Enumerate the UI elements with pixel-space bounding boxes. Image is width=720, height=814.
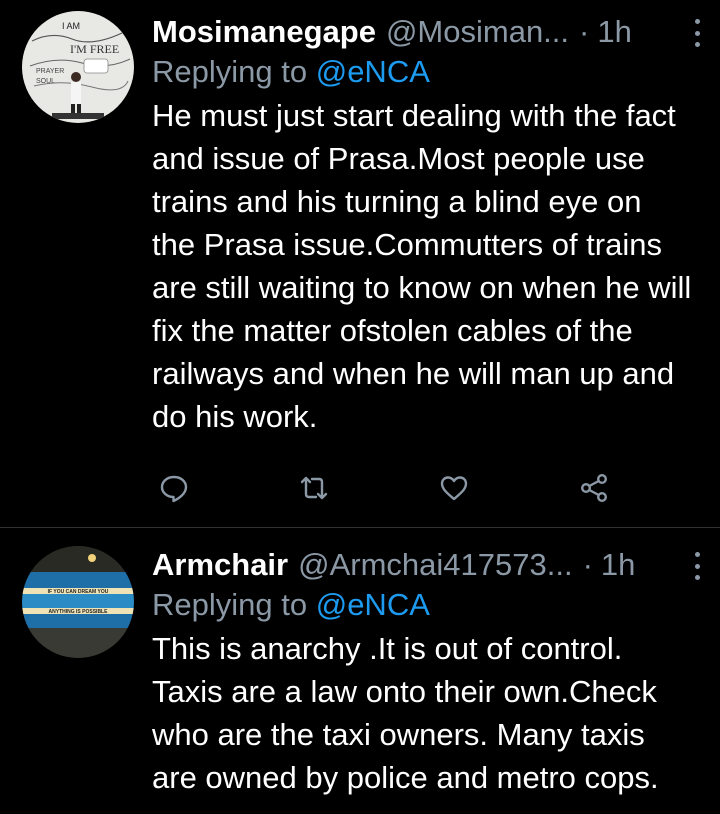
avatar-text: ANYTHING IS POSSIBLE: [49, 609, 109, 615]
more-icon[interactable]: [692, 19, 702, 47]
avatar[interactable]: IF YOU CAN DREAM YOU ANYTHING IS POSSIBL…: [22, 546, 134, 658]
replying-to-line: Replying to @eNCA: [152, 52, 702, 92]
tweet-text: This is anarchy .It is out of control. T…: [152, 631, 659, 795]
tweet[interactable]: I AM I'M FREE PRAYER SOUL Mosimanegape @…: [0, 0, 720, 528]
replying-to-label: Replying to: [152, 54, 308, 89]
avatar-text: I AM: [62, 21, 80, 31]
reply-icon[interactable]: [154, 466, 194, 510]
replying-to-mention[interactable]: @eNCA: [316, 587, 430, 622]
timestamp[interactable]: 1h: [597, 12, 631, 52]
user-handle[interactable]: @Armchai417573...: [298, 545, 572, 585]
tweet-header: Mosimanegape @Mosiman... · 1h: [152, 12, 702, 52]
retweet-icon[interactable]: [294, 466, 334, 510]
like-icon[interactable]: [434, 466, 474, 510]
user-handle[interactable]: @Mosiman...: [386, 12, 569, 52]
display-name[interactable]: Mosimanegape: [152, 12, 376, 52]
tweet-header: Armchair @Armchai417573... · 1h: [152, 545, 702, 585]
share-icon[interactable]: [574, 466, 614, 510]
replying-to-line: Replying to @eNCA: [152, 585, 702, 625]
separator-dot: ·: [579, 14, 590, 49]
tweet[interactable]: IF YOU CAN DREAM YOU ANYTHING IS POSSIBL…: [0, 528, 720, 814]
replying-to-label: Replying to: [152, 587, 308, 622]
avatar-text: SOUL: [36, 78, 55, 85]
tweet-content: Mosimanegape @Mosiman... · 1h Replying t…: [152, 12, 702, 438]
avatar-text: I'M FREE: [70, 42, 119, 56]
replying-to-mention[interactable]: @eNCA: [316, 54, 430, 89]
avatar-text: PRAYER: [36, 68, 64, 75]
tweet-actions: [152, 466, 622, 510]
avatar[interactable]: I AM I'M FREE PRAYER SOUL: [22, 11, 134, 123]
tweet-content: Armchair @Armchai417573... · 1h Replying…: [152, 545, 702, 799]
separator-dot: ·: [582, 547, 593, 582]
tweet-text: He must just start dealing with the fact…: [152, 98, 692, 434]
avatar-text: IF YOU CAN DREAM YOU: [48, 589, 109, 595]
more-icon[interactable]: [692, 552, 702, 580]
display-name[interactable]: Armchair: [152, 545, 288, 585]
timestamp[interactable]: 1h: [601, 545, 635, 585]
